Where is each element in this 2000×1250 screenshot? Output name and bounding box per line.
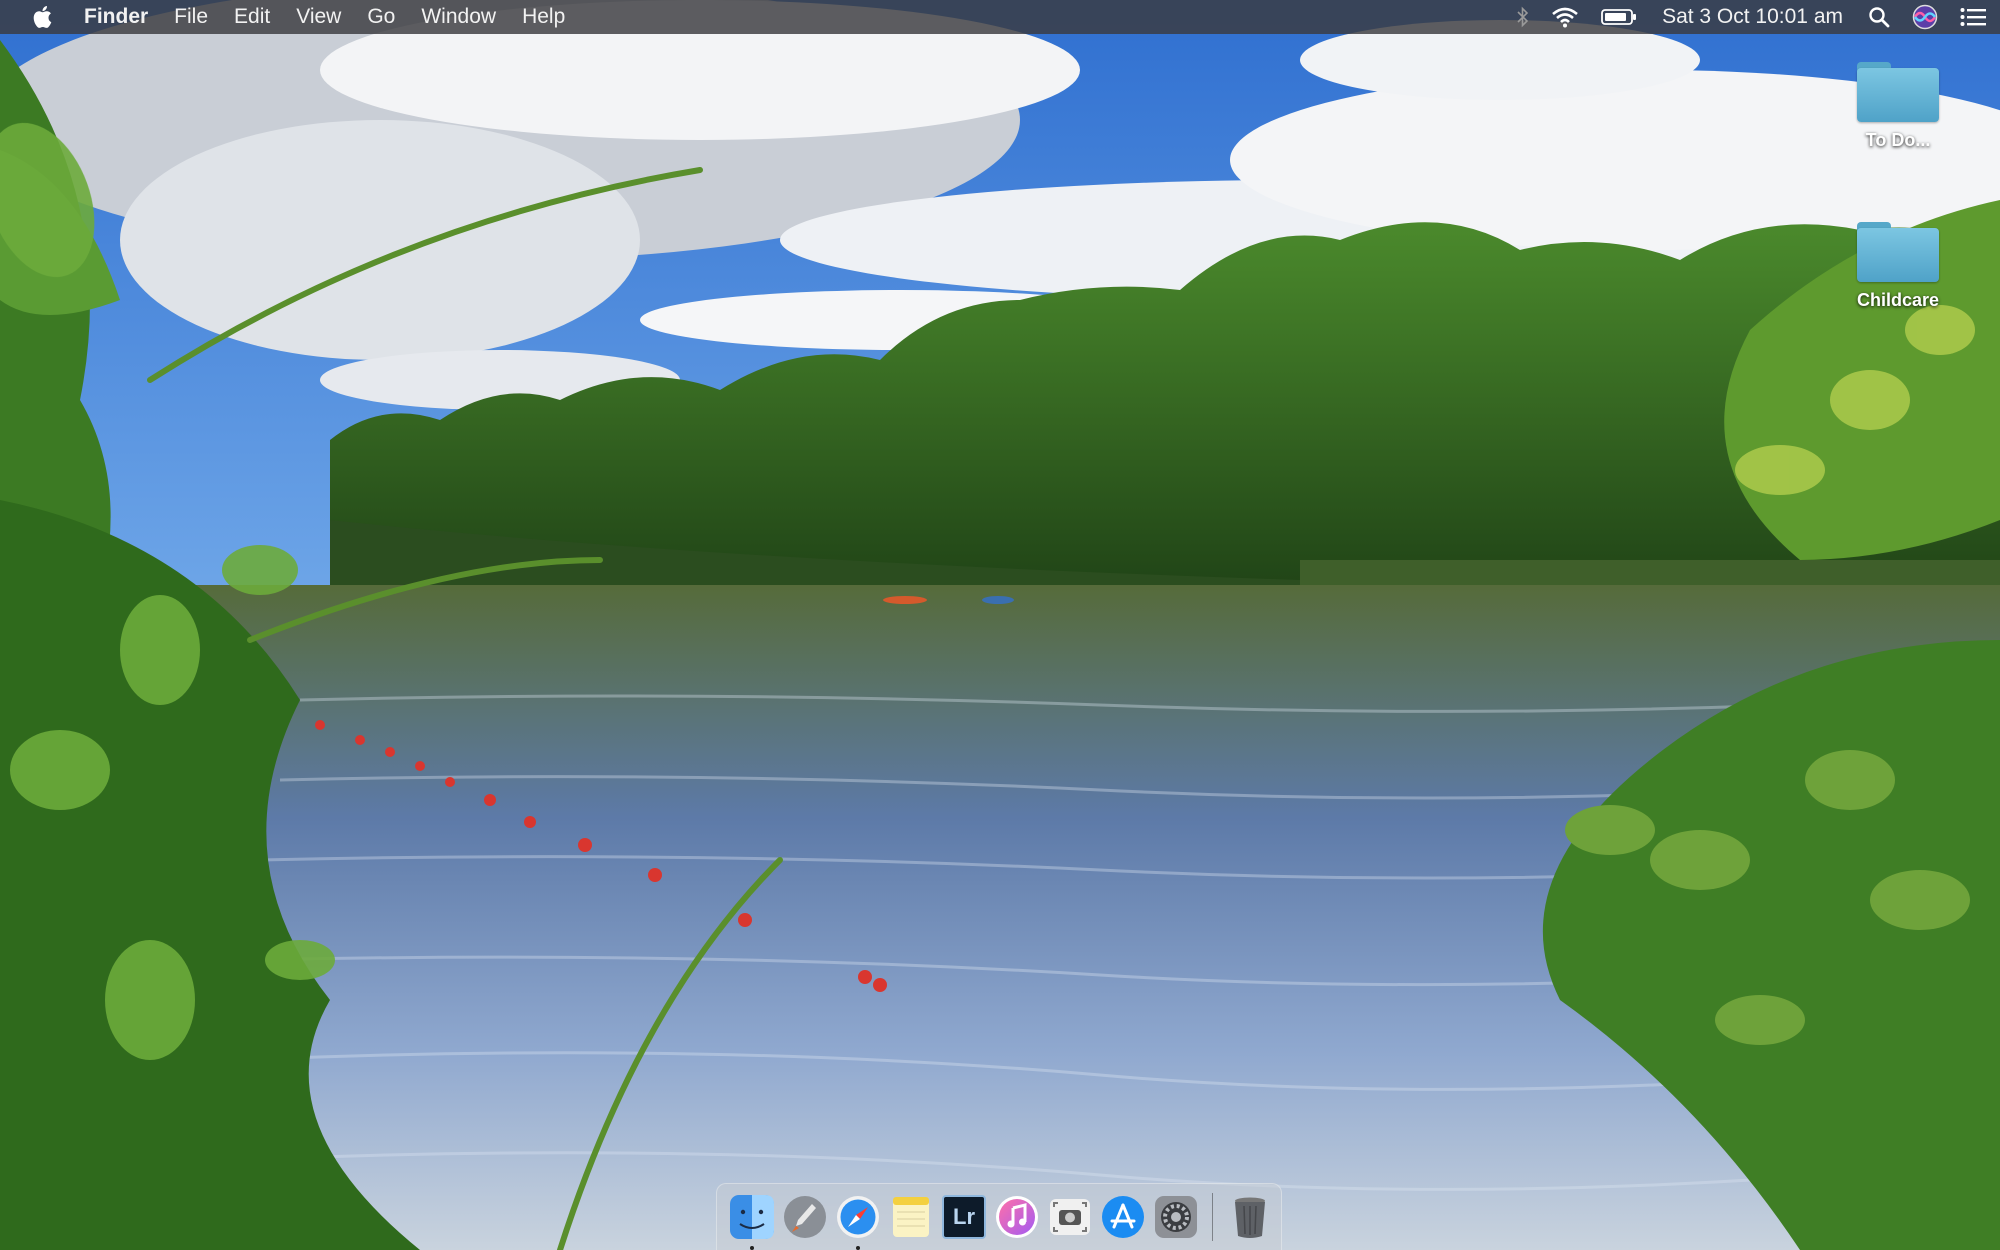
dock-item-finder[interactable] (729, 1194, 775, 1250)
menu-view[interactable]: View (283, 0, 354, 34)
dock-item-notes[interactable] (888, 1194, 934, 1240)
wifi-icon[interactable] (1540, 0, 1590, 34)
safari-icon (837, 1196, 879, 1238)
screenshot-icon (1050, 1199, 1090, 1235)
dock-item-screenshot[interactable] (1047, 1194, 1093, 1240)
menu-file[interactable]: File (161, 0, 221, 34)
menu-go[interactable]: Go (354, 0, 408, 34)
apple-logo-icon[interactable] (20, 0, 64, 34)
lake-landscape-image (0, 0, 2000, 1250)
status-area: Sat 3 Oct 10:01 am (1506, 0, 2000, 34)
app-store-icon (1102, 1196, 1144, 1238)
dock: Lr (716, 1183, 1282, 1250)
menu-bar: Finder File Edit View Go Window Help Sat… (0, 0, 2000, 34)
siri-icon[interactable] (1901, 0, 1949, 34)
bluetooth-icon[interactable] (1506, 0, 1540, 34)
dock-separator (1212, 1193, 1213, 1241)
trash-icon (1235, 1197, 1265, 1238)
app-menu-finder[interactable]: Finder (64, 0, 161, 34)
running-indicator (750, 1246, 754, 1250)
desktop-icon-label: Childcare (1856, 290, 1940, 310)
launchpad-icon (784, 1196, 826, 1238)
desktop-icon-label: To Do... (1865, 130, 1931, 150)
system-preferences-icon (1155, 1196, 1197, 1238)
notification-center-icon[interactable] (1949, 0, 2000, 34)
dock-item-itunes[interactable] (994, 1194, 1040, 1240)
notes-icon (893, 1197, 929, 1237)
lightroom-icon: Lr (942, 1195, 986, 1239)
dock-item-trash[interactable] (1227, 1194, 1273, 1240)
menu-help[interactable]: Help (509, 0, 578, 34)
folder-icon (1857, 222, 1939, 282)
running-indicator (856, 1246, 860, 1250)
dock-item-app-store[interactable] (1100, 1194, 1146, 1240)
lightroom-icon-label: Lr (953, 1204, 975, 1229)
menu-window[interactable]: Window (408, 0, 509, 34)
finder-icon (730, 1195, 774, 1239)
dock-item-system-preferences[interactable] (1153, 1194, 1199, 1240)
dock-item-safari[interactable] (835, 1194, 881, 1250)
desktop-folder-childcare[interactable]: Childcare (1838, 222, 1958, 311)
spotlight-search-icon[interactable] (1857, 0, 1901, 34)
menubar-clock[interactable]: Sat 3 Oct 10:01 am (1648, 5, 1857, 29)
itunes-icon (996, 1196, 1038, 1238)
menu-edit[interactable]: Edit (221, 0, 283, 34)
dock-item-launchpad[interactable] (782, 1194, 828, 1240)
desktop-wallpaper (0, 0, 2000, 1250)
desktop-folder-todo[interactable]: To Do... (1838, 62, 1958, 151)
dock-item-lightroom[interactable]: Lr (941, 1194, 987, 1240)
battery-icon[interactable] (1590, 0, 1648, 34)
folder-icon (1857, 62, 1939, 122)
